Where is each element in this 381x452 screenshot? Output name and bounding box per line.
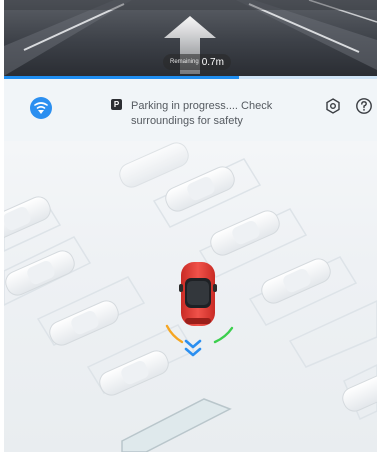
parked-car	[5, 250, 75, 296]
question-icon	[356, 98, 372, 114]
target-parking-slot	[121, 398, 232, 452]
ego-vehicle	[179, 262, 217, 326]
parking-assist-button[interactable]	[30, 97, 52, 119]
parking-scene	[4, 141, 377, 452]
parking-assist-screen: Remaining 0.7m P Parking in progress....…	[0, 0, 381, 452]
parked-car	[342, 366, 377, 412]
reverse-direction-icon	[184, 339, 202, 357]
parked-car	[119, 142, 189, 188]
settings-button[interactable]	[325, 98, 341, 114]
gear-p-badge: P	[111, 99, 122, 110]
parking-lot-map	[4, 142, 377, 452]
parked-car	[165, 166, 235, 212]
parked-car	[99, 350, 169, 396]
camera-view: Remaining 0.7m	[4, 0, 377, 76]
parked-car	[49, 300, 119, 346]
remaining-label: Remaining	[170, 59, 199, 65]
remaining-value: 0.7m	[201, 56, 224, 68]
parked-car	[4, 196, 51, 242]
status-message: Parking in progress.... Check surroundin…	[131, 100, 273, 127]
parking-assist-icon	[34, 102, 48, 114]
help-button[interactable]	[355, 97, 373, 115]
remaining-distance-badge: Remaining 0.7m	[163, 54, 231, 70]
gear-icon	[326, 98, 340, 114]
